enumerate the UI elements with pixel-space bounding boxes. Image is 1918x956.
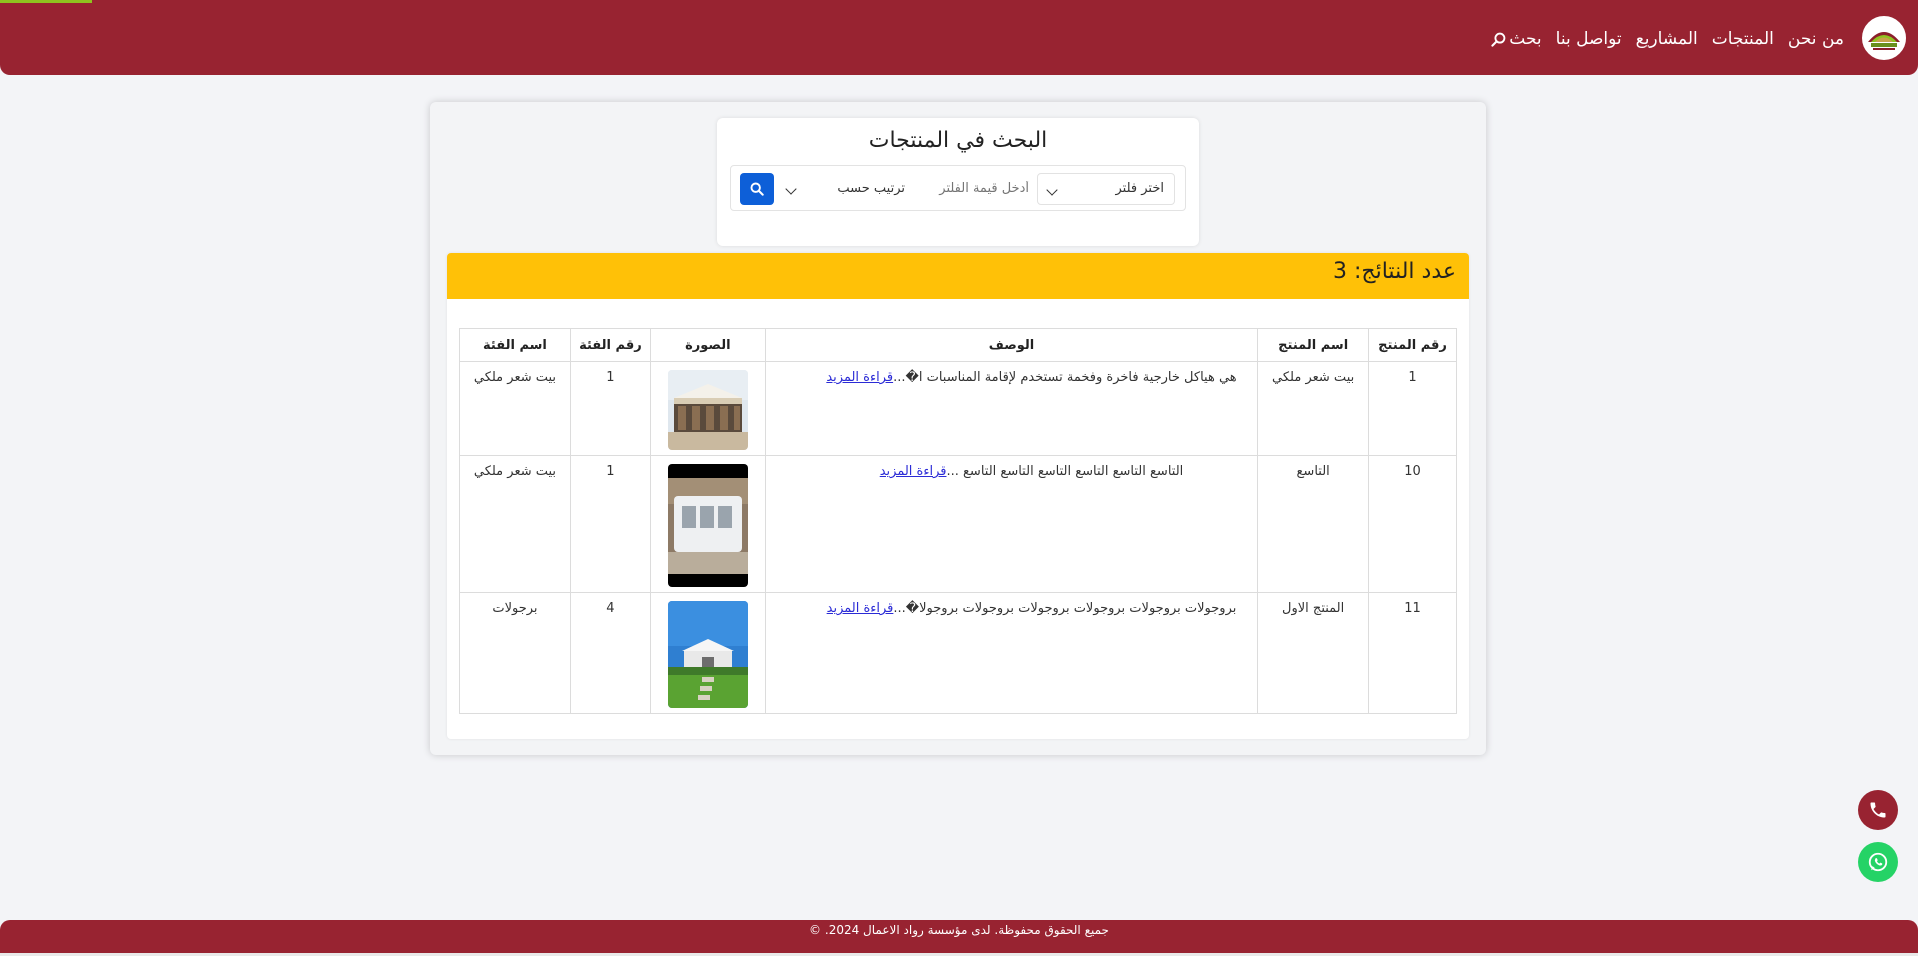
search-panel: البحث في المنتجات اختر فلتر ترتيب حسب (717, 118, 1199, 246)
cell-cat-no: 1 (569, 455, 651, 593)
navbar-accent-line (0, 0, 92, 3)
cell-image (649, 361, 766, 456)
sort-select-label: ترتيب حسب (837, 181, 905, 196)
search-icon (750, 182, 764, 196)
column-header-cat-no: رقم الفئة (569, 328, 651, 362)
product-image[interactable] (667, 370, 748, 450)
cell-name: بيت شعر ملكي (1257, 361, 1370, 456)
filter-select-label: اختر فلتر (1115, 181, 1165, 196)
cell-image (649, 455, 766, 593)
table-header-row: رقم المنتج اسم المنتج الوصف الصورة رقم ا… (459, 328, 1457, 362)
call-button[interactable] (1858, 790, 1898, 830)
cell-cat-name: بيت شعر ملكي (459, 455, 571, 593)
results-table: رقم المنتج اسم المنتج الوصف الصورة رقم ا… (459, 328, 1457, 714)
desc-text: هي هياكل خارجية فاخرة وفخمة تستخدم لإقام… (893, 370, 1237, 385)
results-count: عدد النتائج: 3 (1333, 259, 1456, 284)
cell-desc: التاسع التاسع التاسع التاسع التاسع التاس… (764, 455, 1259, 593)
cell-id: 11 (1368, 592, 1457, 714)
column-header-id: رقم المنتج (1368, 328, 1457, 362)
nav-menu: من نحن المنتجات المشاريع تواصل بنا بحث (1491, 26, 1844, 52)
cell-cat-name: برجولات (459, 592, 571, 714)
sort-select[interactable]: ترتيب حسب (777, 173, 915, 205)
cell-id: 1 (1368, 361, 1457, 456)
table-row: 1 بيت شعر ملكي هي هياكل خارجية فاخرة وفخ… (459, 361, 1457, 456)
cell-image (649, 592, 766, 714)
whatsapp-icon (1868, 852, 1888, 872)
desc-text: التاسع التاسع التاسع التاسع التاسع التاس… (946, 464, 1184, 479)
copyright-text: جميع الحقوق محفوظة. لدى مؤسسة رواد الاعم… (809, 923, 1109, 937)
search-title: البحث في المنتجات (868, 128, 1048, 153)
cell-name: التاسع (1257, 455, 1370, 593)
search-button[interactable] (740, 173, 774, 205)
search-icon (1491, 32, 1506, 47)
phone-icon (1870, 802, 1886, 818)
logo-icon[interactable] (1862, 16, 1906, 60)
cell-cat-name: بيت شعر ملكي (459, 361, 571, 456)
table-row: 11 المنتج الاول بروجولات بروجولات بروجول… (459, 592, 1457, 714)
read-more-link[interactable]: قراءة المزيد (826, 370, 893, 385)
chevron-down-icon (1046, 184, 1058, 196)
search-form: اختر فلتر ترتيب حسب (730, 165, 1186, 211)
read-more-link[interactable]: قراءة المزيد (827, 601, 894, 616)
column-header-image: الصورة (649, 328, 766, 362)
column-header-desc: الوصف (764, 328, 1259, 362)
cell-cat-no: 4 (569, 592, 651, 714)
results-header: عدد النتائج: 3 (447, 253, 1469, 299)
filter-value-input[interactable] (917, 173, 1037, 205)
column-header-name: اسم المنتج (1257, 328, 1370, 362)
cell-name: المنتج الاول (1257, 592, 1370, 714)
nav-link-search[interactable]: بحث (1491, 29, 1542, 49)
product-image[interactable] (667, 464, 748, 587)
product-image[interactable] (667, 601, 748, 708)
cell-id: 10 (1368, 455, 1457, 593)
table-row: 10 التاسع التاسع التاسع التاسع التاسع ال… (459, 455, 1457, 593)
main-card: البحث في المنتجات اختر فلتر ترتيب حسب عد… (430, 102, 1486, 755)
desc-text: بروجولات بروجولات بروجولات بروجولات بروج… (893, 601, 1237, 616)
chevron-down-icon (785, 183, 797, 195)
column-header-cat-name: اسم الفئة (459, 328, 571, 362)
nav-search-label: بحث (1509, 29, 1542, 49)
filter-select[interactable]: اختر فلتر (1037, 173, 1175, 205)
cell-desc: هي هياكل خارجية فاخرة وفخمة تستخدم لإقام… (764, 361, 1259, 456)
nav-link-contact[interactable]: تواصل بنا (1556, 29, 1622, 49)
cell-desc: بروجولات بروجولات بروجولات بروجولات بروج… (764, 592, 1259, 714)
nav-link-projects[interactable]: المشاريع (1636, 29, 1698, 49)
results-panel: عدد النتائج: 3 رقم المنتج اسم المنتج الو… (447, 253, 1469, 739)
footer: جميع الحقوق محفوظة. لدى مؤسسة رواد الاعم… (0, 920, 1918, 956)
navbar: من نحن المنتجات المشاريع تواصل بنا بحث (0, 0, 1918, 75)
cell-cat-no: 1 (569, 361, 651, 456)
read-more-link[interactable]: قراءة المزيد (880, 464, 947, 479)
whatsapp-button[interactable] (1858, 842, 1898, 882)
nav-link-products[interactable]: المنتجات (1712, 29, 1774, 49)
nav-link-about[interactable]: من نحن (1788, 29, 1844, 49)
